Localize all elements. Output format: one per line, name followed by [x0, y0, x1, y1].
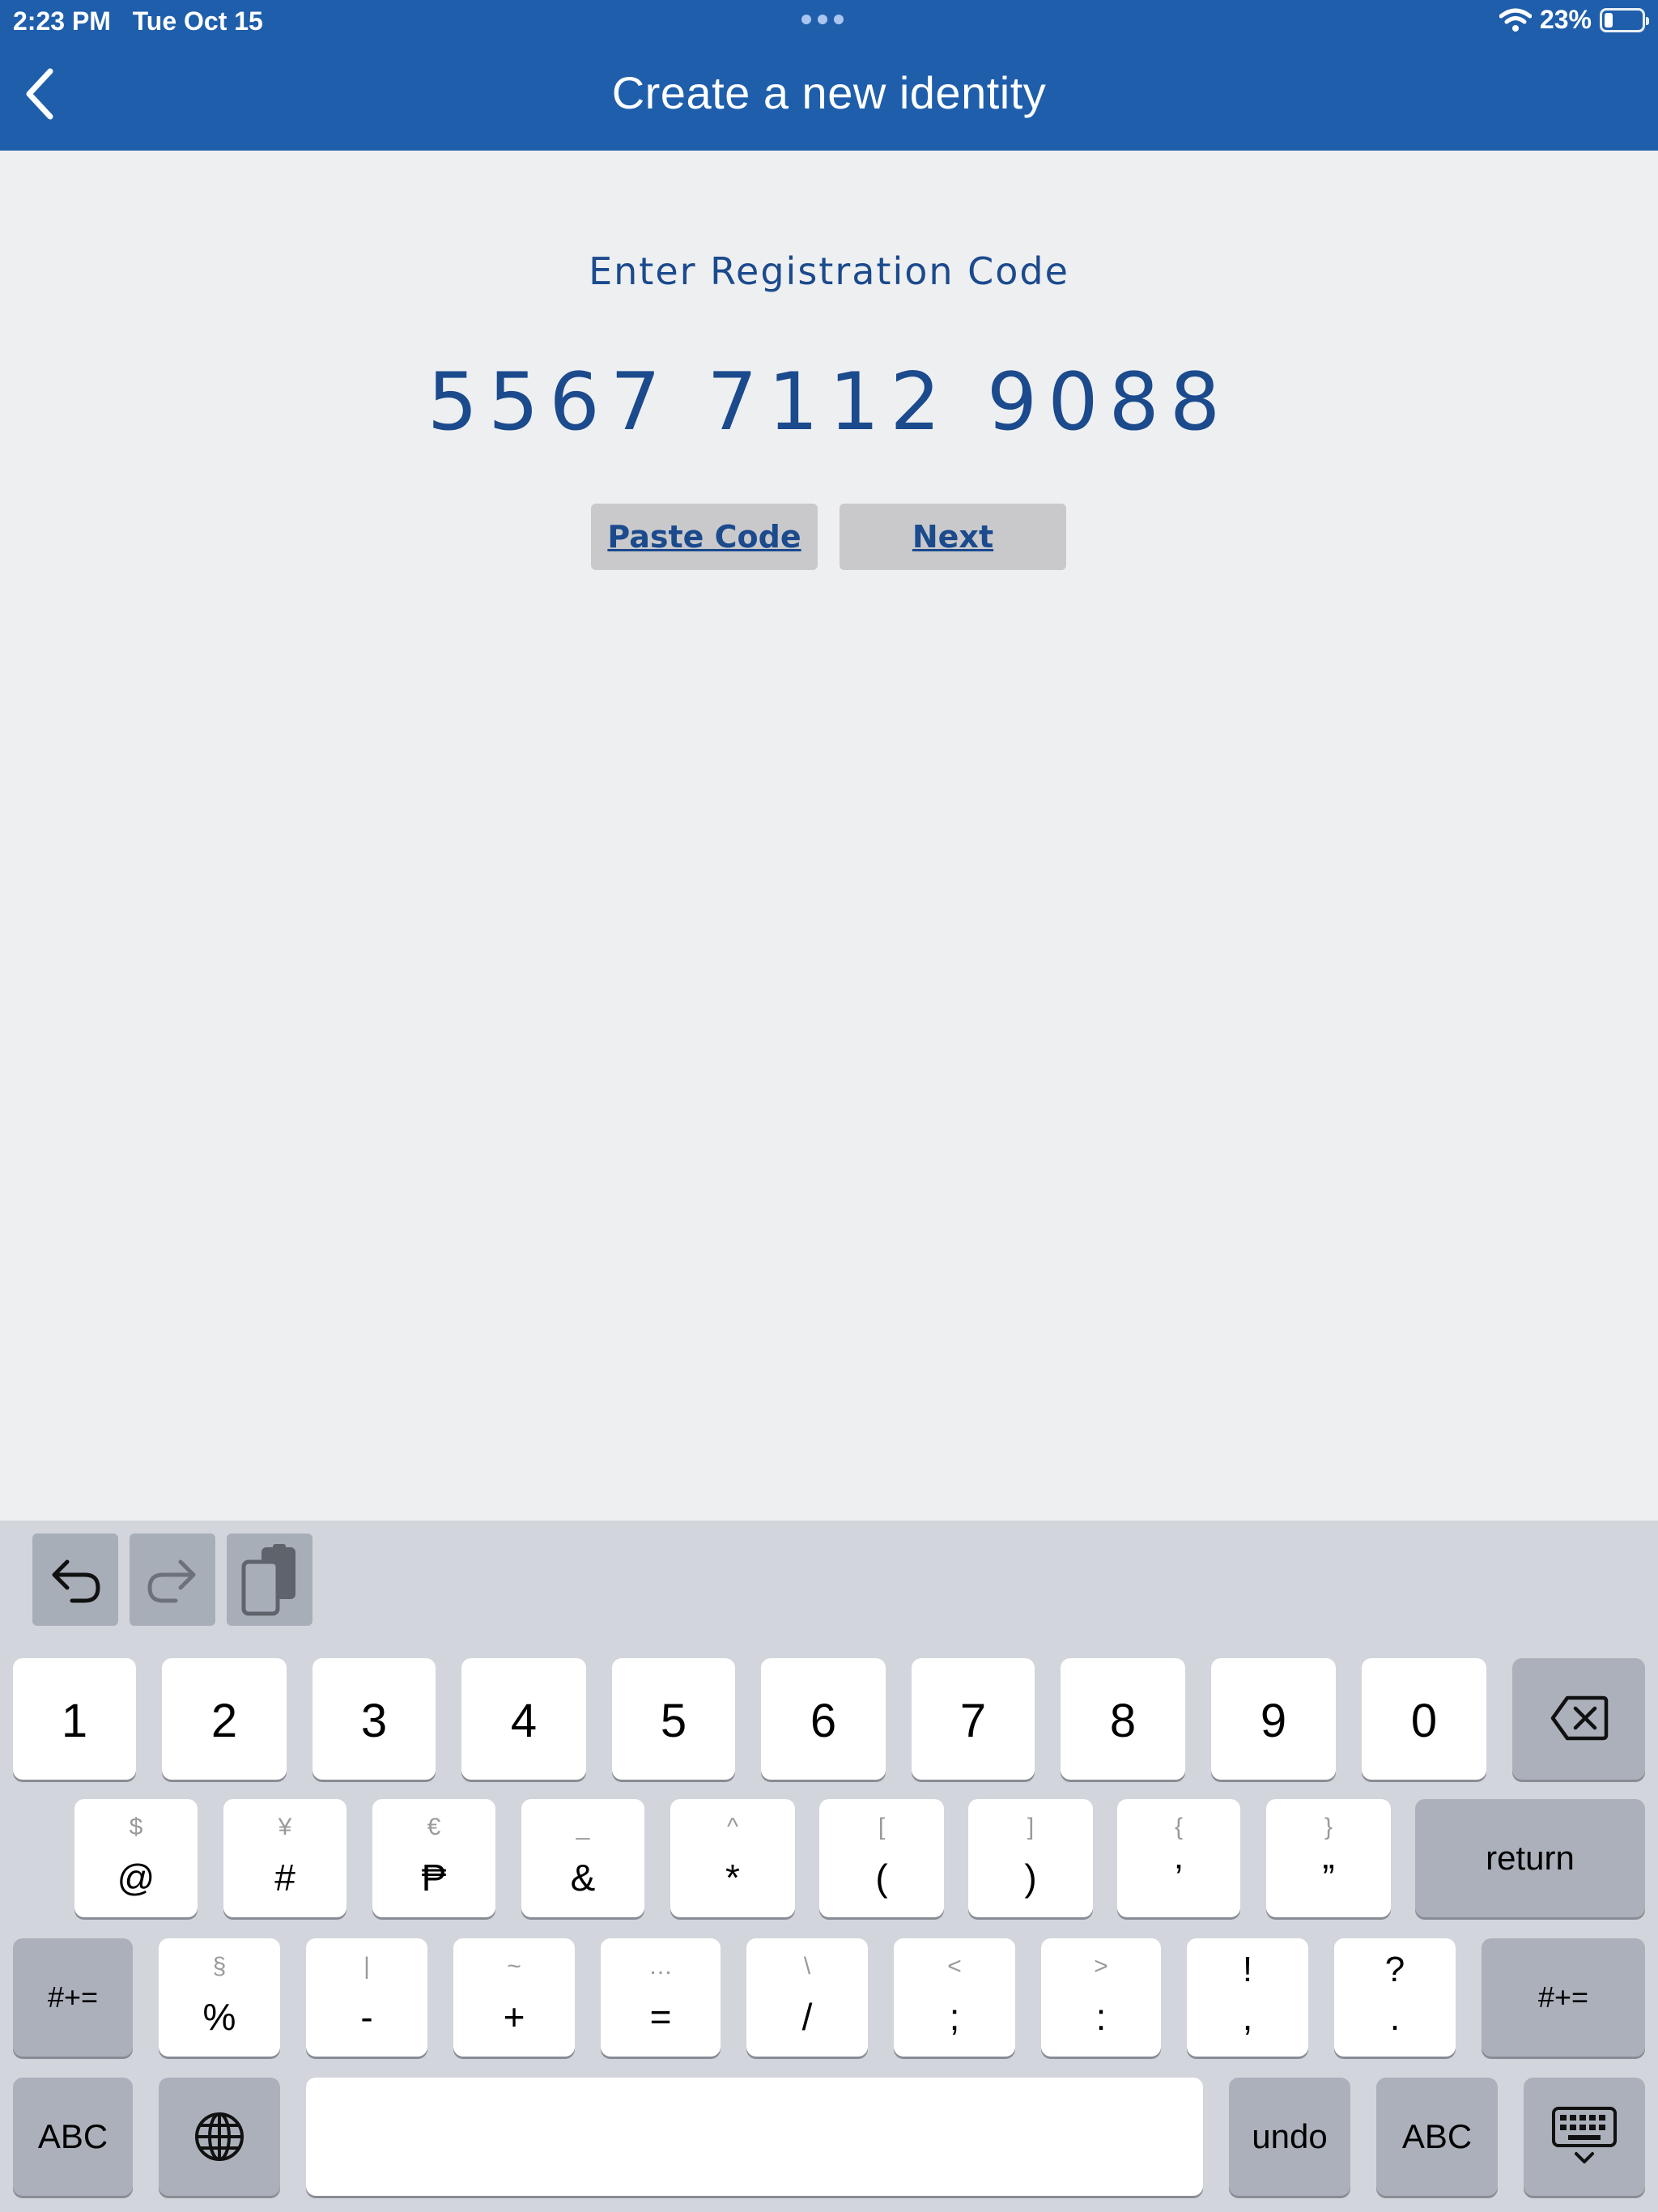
symbols-key-left[interactable]: #+= — [13, 1938, 133, 2057]
abc-key-left[interactable]: ABC — [13, 2078, 133, 2196]
next-button[interactable]: Next — [840, 504, 1066, 570]
return-key[interactable]: return — [1415, 1799, 1645, 1917]
key-6[interactable]: 6 — [761, 1658, 886, 1780]
multitasking-dots-icon[interactable] — [801, 15, 844, 24]
key-left-paren[interactable]: [( — [819, 1799, 944, 1917]
status-indicators: 23% — [1499, 5, 1649, 35]
keyboard-paste-button[interactable] — [227, 1534, 312, 1626]
paste-icon — [241, 1544, 295, 1616]
key-3[interactable]: 3 — [312, 1658, 436, 1780]
key-period[interactable]: ?. — [1334, 1938, 1456, 2057]
keyboard-dismiss-icon — [1552, 2107, 1617, 2163]
key-minus[interactable]: | - — [306, 1938, 427, 2057]
key-9[interactable]: 9 — [1211, 1658, 1336, 1780]
key-percent[interactable]: §% — [159, 1938, 280, 2057]
wifi-icon — [1499, 8, 1532, 32]
paste-code-button[interactable]: Paste Code — [591, 504, 818, 570]
undo-key[interactable]: undo — [1229, 2078, 1350, 2196]
key-5[interactable]: 5 — [612, 1658, 735, 1780]
status-time: 2:23 PM — [13, 6, 111, 36]
dismiss-keyboard-key[interactable] — [1524, 2078, 1645, 2196]
registration-code-label: Enter Registration Code — [589, 249, 1069, 293]
key-right-paren[interactable]: ]) — [968, 1799, 1093, 1917]
key-peso[interactable]: € ₱ — [372, 1799, 495, 1917]
battery-percent: 23% — [1539, 5, 1592, 34]
space-key[interactable] — [306, 2078, 1203, 2196]
status-time-date: 2:23 PM Tue Oct 15 — [13, 6, 263, 36]
symbols-key-right[interactable]: #+= — [1482, 1938, 1645, 2057]
navigation-bar: 2:23 PM Tue Oct 15 23% Create a new iden… — [0, 0, 1658, 151]
key-equals[interactable]: … = — [601, 1938, 721, 2057]
globe-key[interactable] — [159, 2078, 280, 2196]
key-1[interactable]: 1 — [13, 1658, 136, 1780]
key-apostrophe[interactable]: {’ — [1117, 1799, 1240, 1917]
key-semicolon[interactable]: <; — [894, 1938, 1015, 2057]
key-at[interactable]: $ @ — [74, 1799, 198, 1917]
key-0[interactable]: 0 — [1362, 1658, 1486, 1780]
keyboard-redo-button[interactable] — [130, 1534, 215, 1626]
status-date: Tue Oct 15 — [132, 6, 263, 36]
key-7[interactable]: 7 — [912, 1658, 1035, 1780]
key-2[interactable]: 2 — [162, 1658, 287, 1780]
key-asterisk[interactable]: ^ * — [670, 1799, 795, 1917]
key-8[interactable]: 8 — [1061, 1658, 1185, 1780]
key-slash[interactable]: \ / — [746, 1938, 868, 2057]
abc-key-right[interactable]: ABC — [1376, 2078, 1498, 2196]
key-4[interactable]: 4 — [461, 1658, 586, 1780]
undo-icon — [52, 1559, 100, 1603]
delete-backspace-icon — [1550, 1695, 1609, 1741]
delete-key[interactable] — [1512, 1658, 1645, 1780]
key-colon[interactable]: >: — [1041, 1938, 1161, 2057]
key-hash[interactable]: ¥ # — [223, 1799, 346, 1917]
redo-icon — [147, 1559, 196, 1603]
key-comma[interactable]: !, — [1187, 1938, 1308, 2057]
key-ampersand[interactable]: _ & — [521, 1799, 644, 1917]
battery-icon — [1600, 7, 1649, 32]
registration-code-field[interactable]: 5567 7112 9088 — [0, 356, 1658, 449]
key-quote[interactable]: }” — [1266, 1799, 1391, 1917]
key-plus[interactable]: ~ + — [453, 1938, 575, 2057]
keyboard-undo-button[interactable] — [32, 1534, 118, 1626]
page-title: Create a new identity — [611, 67, 1047, 118]
globe-icon — [195, 2112, 244, 2161]
